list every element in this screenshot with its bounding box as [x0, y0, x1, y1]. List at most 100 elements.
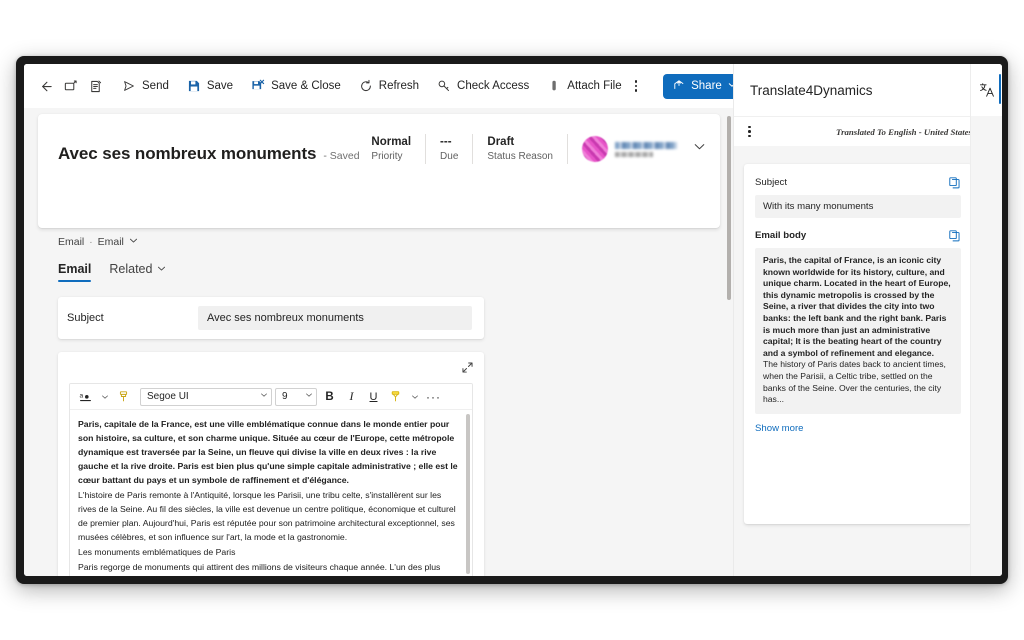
tab-related[interactable]: Related — [109, 262, 166, 282]
font-color-icon[interactable]: a — [76, 387, 95, 406]
translated-subject-label: Subject — [755, 177, 787, 188]
more-commands-button[interactable] — [634, 72, 638, 100]
tab-related-chevron-down-icon — [157, 262, 166, 276]
refresh-button[interactable]: Refresh — [350, 72, 428, 100]
tab-related-label: Related — [109, 262, 153, 276]
attachment-icon — [547, 79, 561, 93]
bold-button[interactable]: B — [320, 387, 339, 406]
send-icon — [122, 79, 136, 93]
save-label: Save — [206, 80, 234, 92]
record-title-row: Avec ses nombreux monuments - Saved — [58, 144, 360, 164]
new-record-icon[interactable] — [63, 72, 78, 100]
show-more-link[interactable]: Show more — [755, 423, 961, 434]
highlight-chevron-down-icon[interactable] — [408, 388, 421, 406]
field-due-value: --- — [440, 136, 452, 148]
rail-selection-indicator — [998, 74, 1001, 104]
app-window: Send Save Save & Close Refresh Check Acc… — [16, 56, 1008, 584]
field-status-reason[interactable]: Draft Status Reason — [473, 134, 567, 164]
page-title: Avec ses nombreux monuments — [58, 144, 317, 163]
translated-body-text[interactable]: Paris, the capital of France, is an icon… — [755, 248, 961, 414]
screen-root: Send Save Save & Close Refresh Check Acc… — [0, 0, 1024, 640]
save-close-icon — [251, 79, 265, 93]
editor-content-area[interactable]: Paris, capitale de la France, est une vi… — [70, 410, 472, 576]
expand-editor-icon[interactable] — [458, 358, 476, 376]
main-content-column: Send Save Save & Close Refresh Check Acc… — [24, 64, 746, 576]
side-panel-more-button[interactable] — [748, 125, 751, 138]
side-panel-title: Translate4Dynamics — [750, 82, 873, 98]
email-body-card: a Segoe UI 9 B I U ··· Paris, capitale d… — [58, 352, 484, 576]
editor-paragraph: L'histoire de Paris remonte à l'Antiquit… — [78, 490, 456, 542]
right-rail — [970, 64, 1002, 576]
italic-button[interactable]: I — [342, 387, 361, 406]
translation-card: Subject With its many monuments Email bo… — [744, 164, 972, 524]
right-rail-top — [971, 64, 1002, 116]
save-icon — [187, 79, 201, 93]
field-priority-value: Normal — [371, 136, 412, 148]
send-label: Send — [142, 80, 169, 92]
save-button[interactable]: Save — [178, 72, 242, 100]
owner-name-redacted — [615, 141, 677, 149]
translated-paragraph: The history of Paris dates back to ancie… — [763, 359, 946, 405]
subject-input[interactable]: Avec ses nombreux monuments — [198, 306, 472, 330]
new-activity-icon[interactable] — [88, 72, 103, 100]
copy-body-icon[interactable] — [948, 229, 961, 242]
app-window-inner: Send Save Save & Close Refresh Check Acc… — [24, 64, 1002, 576]
side-panel-column: Translate4Dynamics Translated To English… — [734, 64, 1002, 576]
field-priority[interactable]: Normal Priority — [357, 134, 425, 164]
underline-button[interactable]: U — [364, 387, 383, 406]
refresh-label: Refresh — [378, 80, 420, 92]
breadcrumb-separator: · — [89, 236, 93, 248]
editor-more-button[interactable]: ··· — [424, 387, 443, 406]
form-tabs: Email Related — [58, 262, 166, 282]
field-status-reason-label: Status Reason — [487, 151, 553, 162]
check-access-button[interactable]: Check Access — [428, 72, 538, 100]
save-and-close-button[interactable]: Save & Close — [242, 72, 350, 100]
send-button[interactable]: Send — [113, 72, 178, 100]
owner-redacted-text — [615, 141, 677, 157]
translated-subject-value[interactable]: With its many monuments — [755, 195, 961, 218]
form-scrollbar[interactable] — [727, 116, 731, 300]
share-icon — [673, 79, 685, 94]
header-quick-fields: Normal Priority --- Due Draft Status Rea… — [357, 134, 706, 164]
copy-subject-icon[interactable] — [948, 176, 961, 189]
editor-paragraph: Paris regorge de monuments qui attirent … — [78, 560, 458, 576]
field-owner[interactable] — [568, 136, 677, 162]
share-label: Share — [691, 80, 722, 92]
editor-paragraph: Paris, capitale de la France, est une vi… — [78, 419, 458, 485]
rich-text-editor: a Segoe UI 9 B I U ··· Paris, capitale d… — [69, 383, 473, 576]
font-color-chevron-down-icon[interactable] — [98, 388, 111, 406]
check-access-label: Check Access — [457, 80, 530, 92]
avatar — [582, 136, 608, 162]
highlight-icon[interactable] — [386, 387, 405, 406]
breadcrumb-entity[interactable]: Email — [58, 236, 84, 248]
editor-paragraph: Les monuments emblématiques de Paris — [78, 547, 236, 557]
format-painter-icon[interactable] — [114, 387, 133, 406]
editor-scrollbar[interactable] — [466, 414, 470, 574]
subject-card: Subject Avec ses nombreux monuments — [58, 297, 484, 339]
svg-text:a: a — [79, 392, 83, 399]
back-button[interactable] — [38, 72, 53, 100]
translated-subject-label-row: Subject — [755, 176, 961, 189]
command-bar: Send Save Save & Close Refresh Check Acc… — [24, 64, 746, 108]
field-priority-label: Priority — [371, 151, 403, 162]
font-size-value: 9 — [282, 391, 288, 402]
translated-body-label: Email body — [755, 230, 807, 241]
font-size-select[interactable]: 9 — [275, 387, 317, 406]
subject-label: Subject — [67, 312, 104, 324]
breadcrumb-chevron-down-icon[interactable] — [129, 236, 138, 248]
side-panel-subheader: Translated To English - United States — [734, 116, 982, 146]
refresh-icon — [359, 79, 373, 93]
translate-icon[interactable] — [976, 79, 998, 101]
tab-email[interactable]: Email — [58, 262, 92, 282]
tab-email-label: Email — [58, 262, 92, 276]
side-panel-header: Translate4Dynamics — [734, 64, 982, 116]
owner-role-redacted — [615, 151, 653, 157]
field-due[interactable]: --- Due — [426, 134, 472, 164]
editor-paragraph-text: Paris regorge de monuments qui attirent … — [78, 562, 441, 572]
header-chevron-down-icon[interactable] — [693, 140, 706, 158]
font-size-chevron-down-icon — [305, 391, 313, 402]
breadcrumb-current[interactable]: Email — [98, 236, 124, 248]
breadcrumb[interactable]: Email · Email — [58, 236, 138, 248]
attach-file-button[interactable]: Attach File — [538, 72, 630, 100]
font-family-select[interactable]: Segoe UI — [140, 387, 272, 406]
